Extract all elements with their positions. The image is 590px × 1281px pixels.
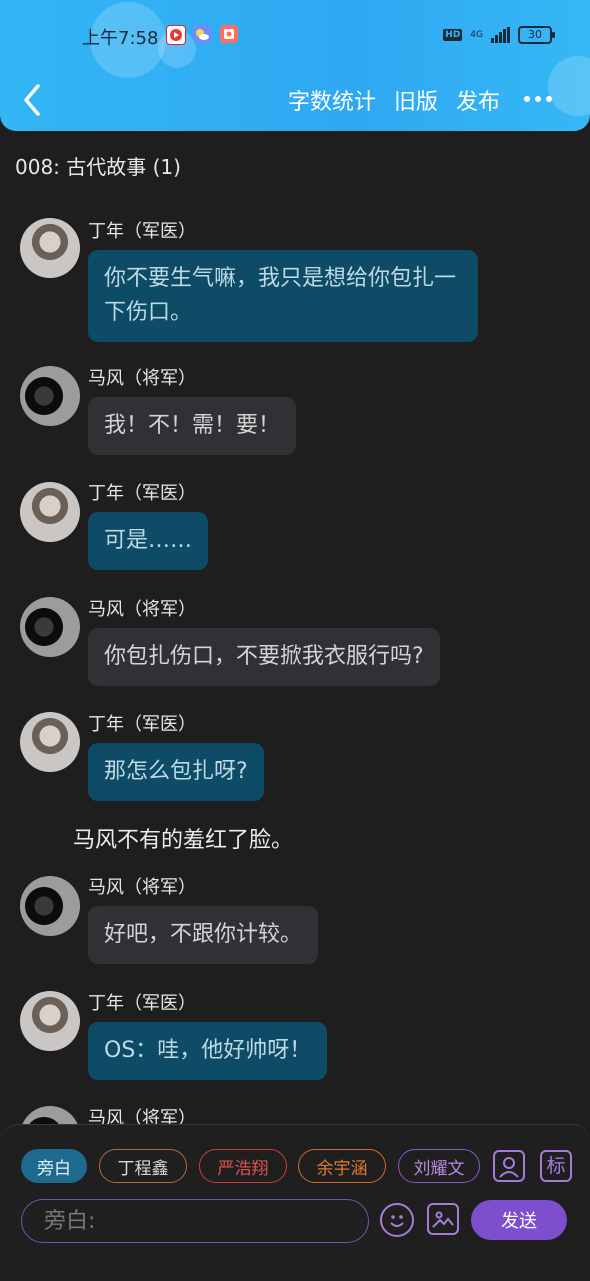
signal-icon	[491, 27, 510, 43]
network-type: 4G	[470, 30, 483, 40]
narration-text[interactable]: 马风不有的羞红了脸。	[73, 822, 293, 854]
chevron-left-icon	[24, 84, 40, 116]
video-app-icon	[166, 25, 186, 45]
decor-bubble	[548, 56, 590, 116]
send-button[interactable]: 发送	[471, 1200, 567, 1240]
hd-badge: HD	[443, 29, 463, 41]
role-chip[interactable]: 丁程鑫	[99, 1149, 187, 1183]
person-icon[interactable]	[493, 1150, 525, 1182]
role-chip[interactable]: 刘耀文	[398, 1149, 480, 1183]
message-bubble[interactable]: 你包扎伤口，不要掀我衣服行吗?	[88, 628, 440, 686]
message-input[interactable]	[21, 1199, 369, 1243]
avatar[interactable]	[20, 712, 80, 772]
avatar[interactable]	[20, 597, 80, 657]
status-time: 上午7:58	[82, 28, 159, 49]
chapter-title: 008: 古代故事 (1)	[15, 155, 181, 179]
emoji-icon[interactable]	[380, 1203, 414, 1237]
avatar[interactable]	[20, 876, 80, 936]
message-bubble[interactable]: 好吧，不跟你计较。	[88, 906, 319, 964]
battery-icon: 30	[518, 26, 555, 44]
sender-name: 丁年（军医）	[88, 993, 196, 1014]
back-button[interactable]	[18, 80, 48, 120]
person-glyph	[499, 1157, 519, 1178]
message-bubble[interactable]: 可是……	[88, 512, 209, 570]
sender-name: 马风（将军）	[88, 877, 196, 898]
mark-button[interactable]: 标	[540, 1150, 572, 1182]
message-bubble[interactable]: 那怎么包扎呀?	[88, 743, 264, 801]
image-glyph	[432, 1211, 454, 1228]
weather-app-icon	[193, 25, 211, 43]
emoji-glyph	[390, 1215, 404, 1227]
image-icon[interactable]	[427, 1203, 459, 1235]
avatar[interactable]	[20, 991, 80, 1051]
message-bubble[interactable]: 你不要生气嘛，我只是想给你包扎一下伤口。	[88, 250, 478, 342]
message-bubble[interactable]: 我！不！需！要！	[88, 397, 297, 455]
sender-name: 丁年（军医）	[88, 221, 196, 242]
more-dots-icon[interactable]	[524, 96, 552, 102]
role-chip[interactable]: 余宇涵	[298, 1149, 386, 1183]
top-header: 上午7:58 HD 4G 30 字数统计 旧版 发布	[0, 0, 590, 131]
role-chip[interactable]: 严浩翔	[199, 1149, 287, 1183]
word-count-button[interactable]: 字数统计	[288, 84, 376, 116]
old-version-button[interactable]: 旧版	[394, 84, 438, 116]
avatar[interactable]	[20, 482, 80, 542]
game-app-icon	[220, 25, 238, 43]
role-chip-narration[interactable]: 旁白	[21, 1149, 87, 1183]
sender-name: 丁年（军医）	[88, 483, 196, 504]
avatar[interactable]	[20, 218, 80, 278]
publish-button[interactable]: 发布	[456, 84, 500, 116]
sender-name: 丁年（军医）	[88, 714, 196, 735]
nav-actions: 字数统计 旧版 发布	[288, 84, 500, 116]
message-bubble[interactable]: OS：哇，他好帅呀！	[88, 1022, 328, 1080]
sender-name: 马风（将军）	[88, 599, 196, 620]
status-right: HD 4G 30	[443, 26, 555, 44]
avatar[interactable]	[20, 366, 80, 426]
compose-panel: 旁白 丁程鑫 严浩翔 余宇涵 刘耀文 标 发送	[0, 1124, 590, 1281]
sender-name: 马风（将军）	[88, 368, 196, 389]
